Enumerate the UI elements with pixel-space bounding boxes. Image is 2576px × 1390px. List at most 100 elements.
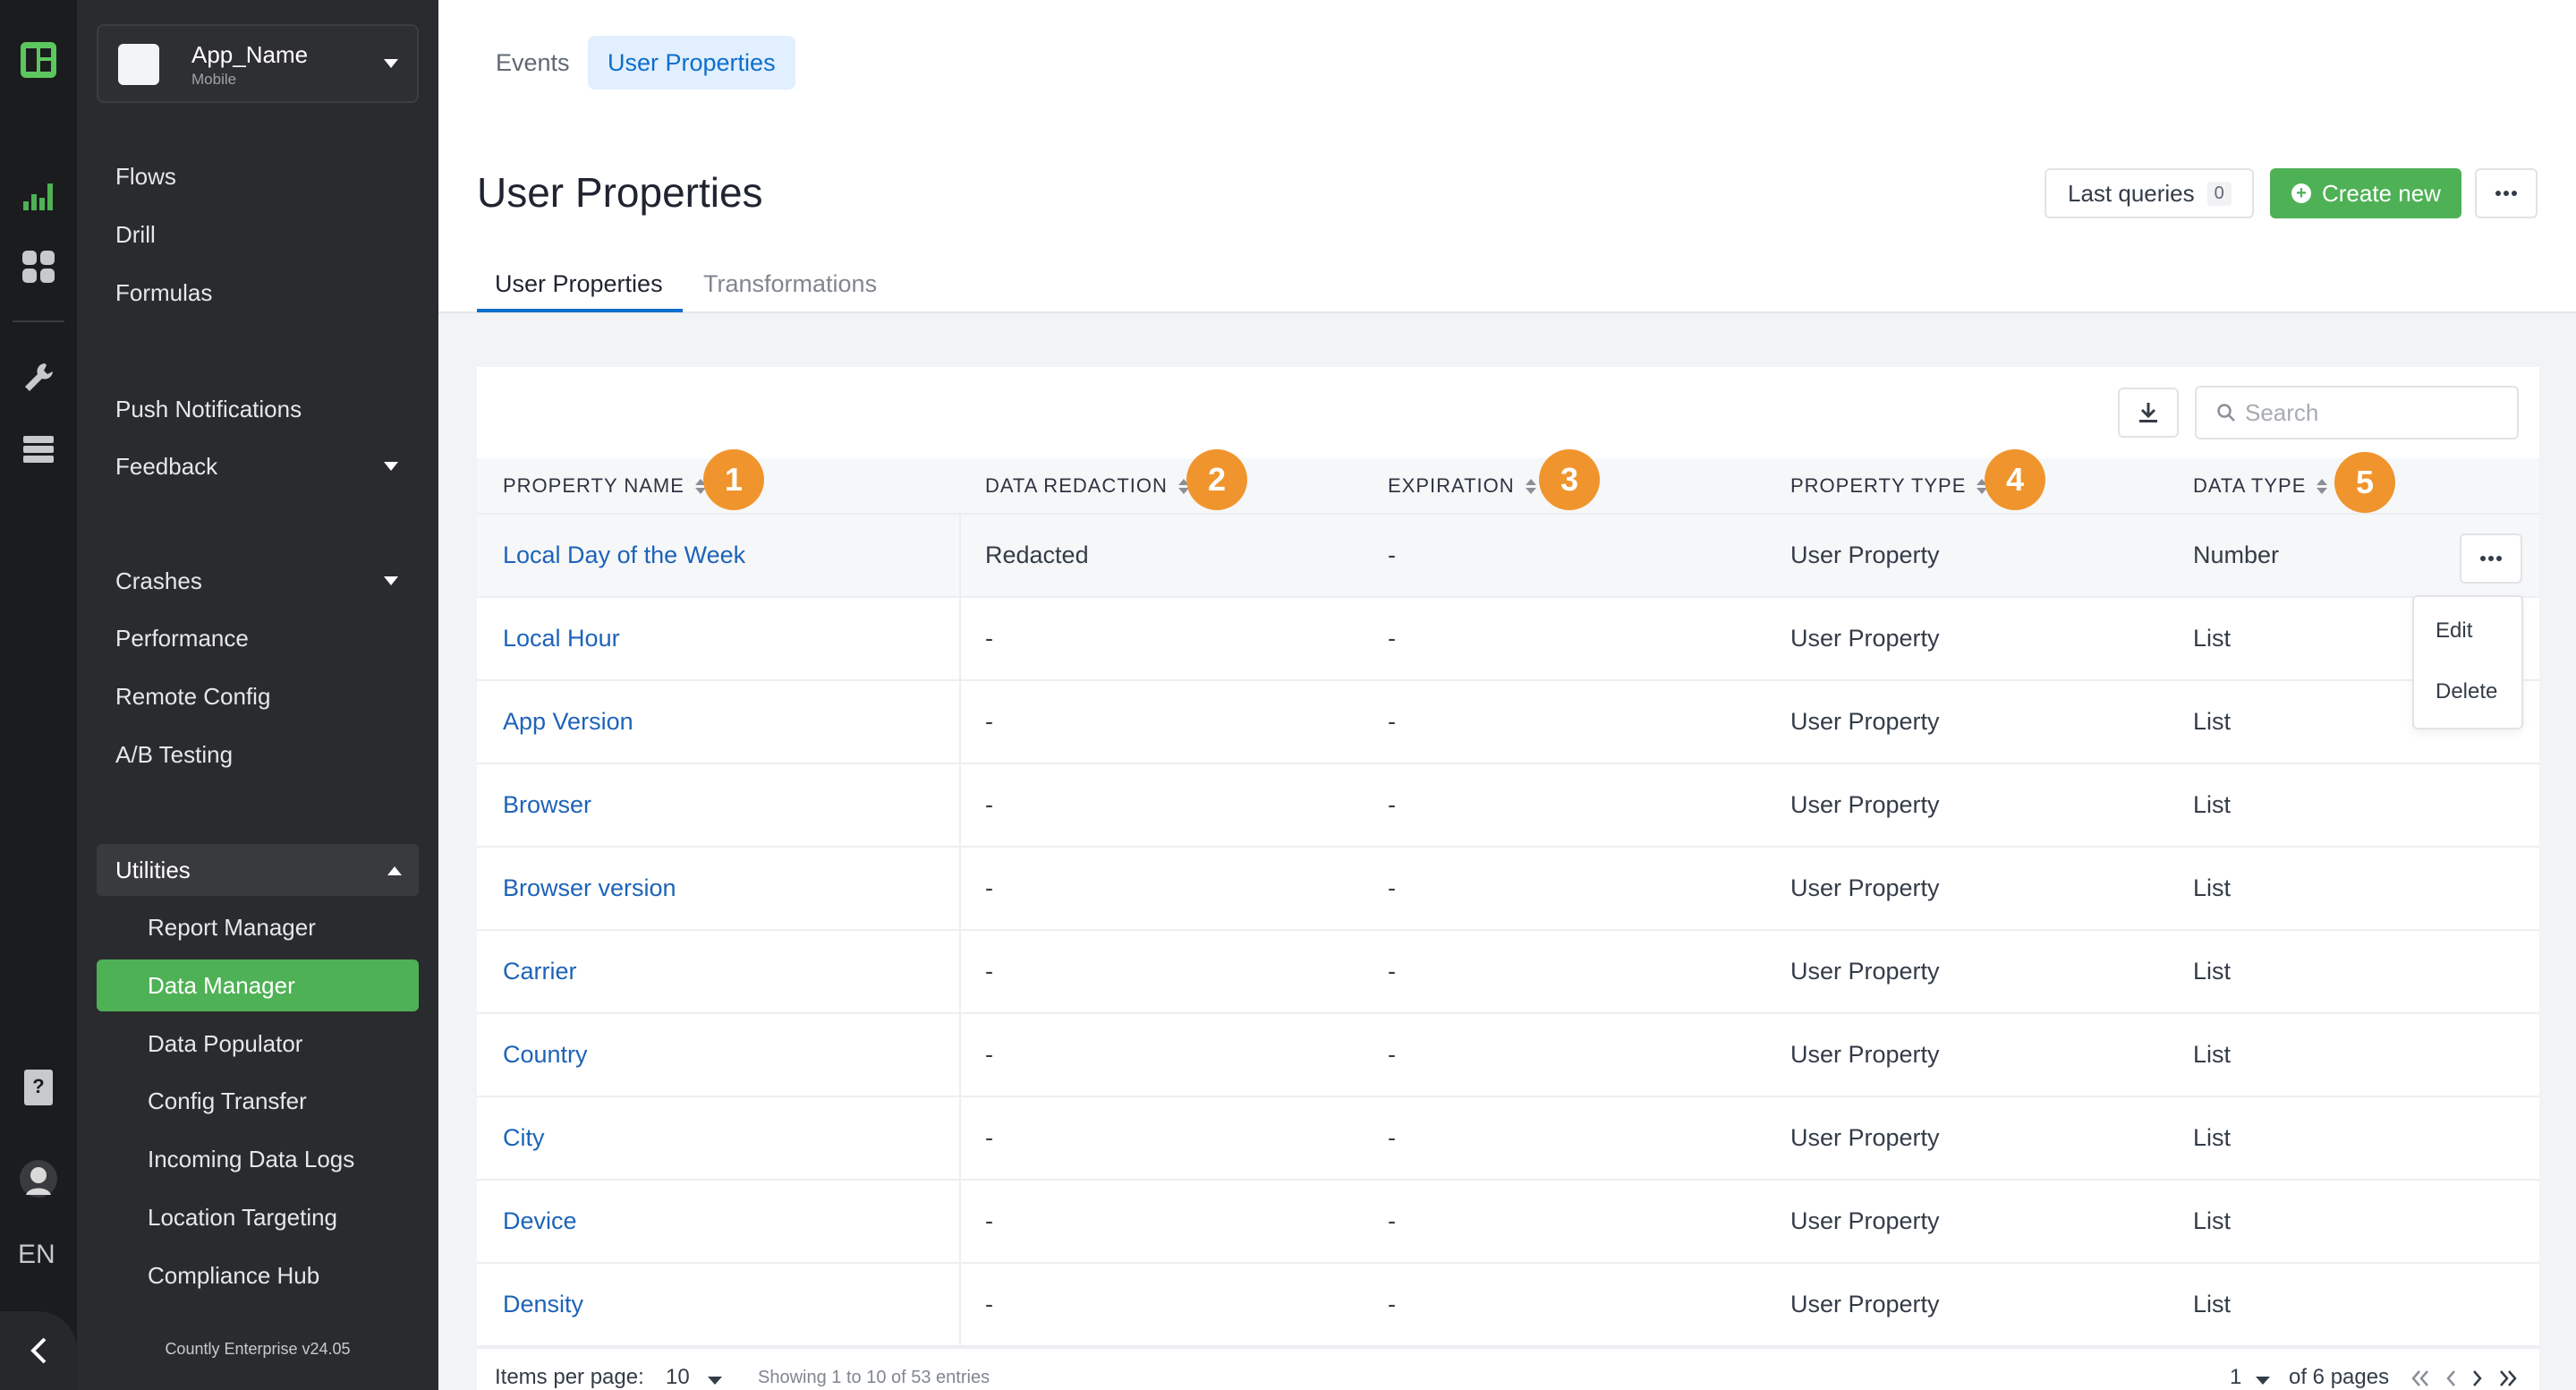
cell-property-type: User Property xyxy=(1790,625,1940,652)
column-expiration[interactable]: EXPIRATION xyxy=(1388,474,1536,498)
collapse-sidebar-button[interactable] xyxy=(0,1311,77,1390)
cell-expiration: - xyxy=(1388,791,1396,818)
cell-property-name[interactable]: Local Day of the Week xyxy=(503,542,745,569)
entries-summary: Showing 1 to 10 of 53 entries xyxy=(758,1368,990,1387)
language-selector[interactable]: EN xyxy=(18,1240,55,1270)
sidebar-item-utilities[interactable]: Utilities xyxy=(97,844,419,896)
cell-data-redaction: - xyxy=(985,708,993,735)
chevron-down-icon[interactable] xyxy=(383,461,399,472)
collapse-icon xyxy=(30,1337,47,1364)
app-logo xyxy=(118,44,159,85)
create-new-button[interactable]: + Create new xyxy=(2270,168,2461,218)
column-data-type[interactable]: DATA TYPE xyxy=(2193,474,2328,498)
app-name: App_Name xyxy=(191,41,309,68)
next-page-icon[interactable] xyxy=(2471,1369,2484,1387)
sidebar-item-remote-config[interactable]: Remote Config xyxy=(115,683,270,711)
rail-divider xyxy=(13,320,64,322)
sidebar-subitem-incoming-data-logs[interactable]: Incoming Data Logs xyxy=(148,1146,354,1173)
cell-data-type: List xyxy=(2193,1124,2232,1151)
sidebar-item-performance[interactable]: Performance xyxy=(115,625,249,652)
sidebar-item-drill[interactable]: Drill xyxy=(115,221,156,249)
sidebar-item-push-notifications[interactable]: Push Notifications xyxy=(115,396,302,423)
cell-property-name[interactable]: Browser xyxy=(503,791,591,819)
cell-property-type: User Property xyxy=(1790,791,1940,818)
items-per-page-label: Items per page: xyxy=(495,1365,644,1389)
cell-property-name[interactable]: App Version xyxy=(503,708,633,736)
cell-data-redaction: - xyxy=(985,1041,993,1068)
cell-expiration: - xyxy=(1388,1207,1396,1234)
help-icon[interactable]: ? xyxy=(19,1068,58,1107)
chevron-down-icon[interactable] xyxy=(383,576,399,586)
cell-property-name[interactable]: Density xyxy=(503,1291,583,1318)
column-data-redaction[interactable]: DATA REDACTION xyxy=(985,474,1189,498)
cell-data-redaction: - xyxy=(985,1207,993,1234)
sidebar-subitem-location-targeting[interactable]: Location Targeting xyxy=(148,1204,337,1232)
chevron-down-icon[interactable] xyxy=(2255,1376,2271,1386)
sidebar-subitem-compliance-hub[interactable]: Compliance Hub xyxy=(148,1262,319,1290)
tab-events[interactable]: Events xyxy=(476,36,590,90)
column-label: PROPERTY NAME xyxy=(503,474,684,497)
cell-property-name[interactable]: Carrier xyxy=(503,958,577,985)
more-icon xyxy=(2495,191,2517,196)
cell-property-name[interactable]: Country xyxy=(503,1041,588,1069)
cell-data-type: List xyxy=(2193,1041,2232,1068)
cell-data-redaction: - xyxy=(985,791,993,818)
cell-data-type: List xyxy=(2193,958,2232,985)
download-icon xyxy=(2139,403,2157,422)
download-button[interactable] xyxy=(2118,388,2179,438)
countly-logo-icon[interactable] xyxy=(19,40,58,80)
sidebar-item-feedback[interactable]: Feedback xyxy=(115,453,217,481)
cell-property-type: User Property xyxy=(1790,1207,1940,1234)
page-more-button[interactable] xyxy=(2475,168,2538,218)
tab-user-properties[interactable]: User Properties xyxy=(588,36,795,90)
cell-data-type: List xyxy=(2193,625,2232,652)
sort-icon xyxy=(1525,478,1536,494)
dashboards-icon[interactable] xyxy=(19,247,58,286)
sidebar-item-crashes[interactable]: Crashes xyxy=(115,567,202,595)
cell-property-name[interactable]: City xyxy=(503,1124,545,1152)
sidebar-subitem-report-manager[interactable]: Report Manager xyxy=(148,914,316,942)
last-page-icon[interactable] xyxy=(2498,1369,2518,1387)
menu-item-delete[interactable]: Delete xyxy=(2436,679,2497,704)
subtab-transformations[interactable]: Transformations xyxy=(703,270,877,298)
sidebar-item-formulas[interactable]: Formulas xyxy=(115,279,212,307)
app-selector[interactable]: App_Name Mobile xyxy=(97,24,419,103)
cell-expiration: - xyxy=(1388,1291,1396,1318)
sidebar-item-ab-testing[interactable]: A/B Testing xyxy=(115,741,233,769)
column-property-type[interactable]: PROPERTY TYPE xyxy=(1790,474,1988,498)
annotation-badge: 1 xyxy=(703,449,764,510)
cell-data-redaction: - xyxy=(985,874,993,901)
items-per-page-select[interactable]: 10 xyxy=(666,1365,690,1390)
cell-property-name[interactable]: Device xyxy=(503,1207,577,1235)
subtab-user-properties[interactable]: User Properties xyxy=(495,270,663,298)
search-input[interactable] xyxy=(2245,397,2504,429)
wrench-icon[interactable] xyxy=(19,358,58,397)
database-icon[interactable] xyxy=(19,430,58,469)
column-property-name[interactable]: PROPERTY NAME xyxy=(503,474,706,498)
avatar[interactable] xyxy=(19,1159,58,1198)
annotation-badge: 4 xyxy=(1985,449,2045,510)
menu-item-edit[interactable]: Edit xyxy=(2436,618,2472,644)
sidebar-item-flows[interactable]: Flows xyxy=(115,163,176,191)
prev-page-icon[interactable] xyxy=(2444,1369,2457,1387)
page-select[interactable]: 1 xyxy=(2230,1365,2241,1390)
chevron-down-icon xyxy=(384,59,398,68)
cell-property-name[interactable]: Local Hour xyxy=(503,625,620,652)
analytics-icon[interactable] xyxy=(19,175,58,215)
last-queries-label: Last queries xyxy=(2068,179,2195,207)
page-title: User Properties xyxy=(477,169,763,216)
cell-property-name[interactable]: Browser version xyxy=(503,874,676,902)
first-page-icon[interactable] xyxy=(2410,1369,2430,1387)
last-queries-button[interactable]: Last queries 0 xyxy=(2045,168,2254,218)
cell-property-type: User Property xyxy=(1790,958,1940,985)
cell-expiration: - xyxy=(1388,625,1396,652)
row-more-button[interactable] xyxy=(2460,533,2522,584)
cell-data-redaction: Redacted xyxy=(985,542,1089,568)
sidebar-subitem-config-transfer[interactable]: Config Transfer xyxy=(148,1087,307,1115)
sidebar-subitem-data-populator[interactable]: Data Populator xyxy=(148,1030,302,1058)
chevron-down-icon[interactable] xyxy=(707,1376,723,1386)
cell-data-type: List xyxy=(2193,791,2232,818)
sidebar-subitem-data-manager[interactable]: Data Manager xyxy=(148,972,295,1000)
cell-expiration: - xyxy=(1388,708,1396,735)
annotation-badge: 3 xyxy=(1539,449,1600,510)
